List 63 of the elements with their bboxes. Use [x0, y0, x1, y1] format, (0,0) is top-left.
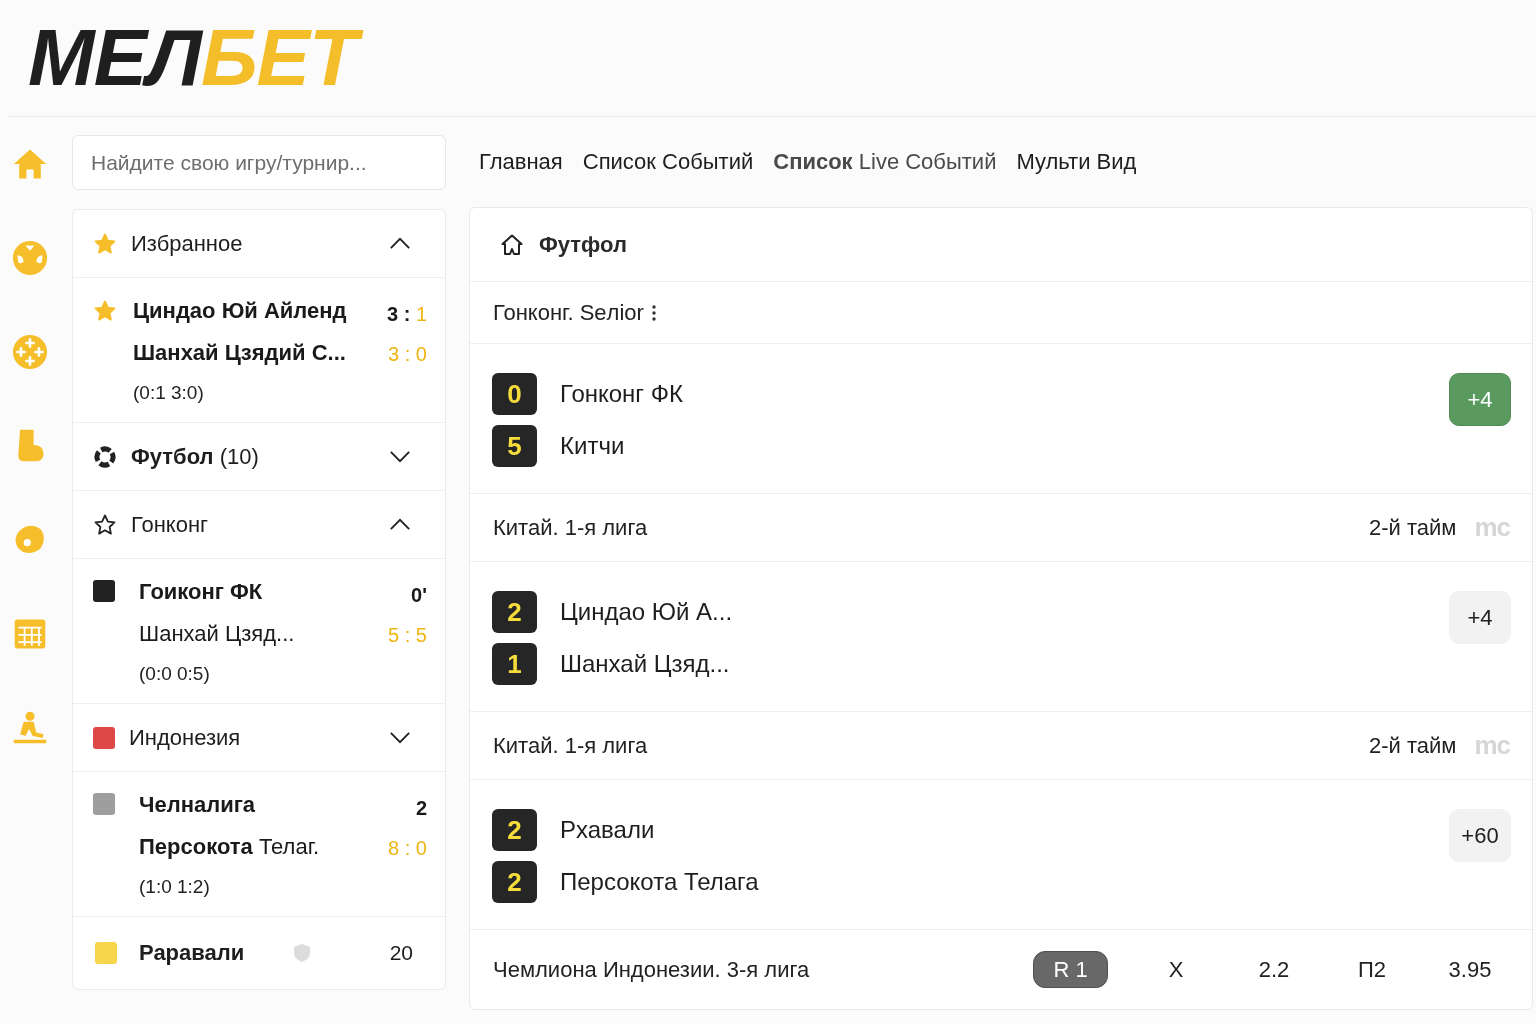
score-text: 3 : 1 [386, 302, 427, 327]
team-name: Циндао Юй Айленд [133, 297, 347, 325]
logo[interactable]: МЕЛБЕТ [24, 12, 373, 104]
match-row[interactable]: Раравали 20 [73, 917, 445, 989]
team-name: Персокота Телаг. [139, 833, 320, 861]
team-score: 2 [492, 591, 537, 633]
category-row[interactable]: Футбол (10) [73, 423, 445, 491]
odds-button[interactable]: R 1 [1033, 951, 1108, 988]
team-name: Шанхай Цзядий С... [133, 339, 346, 367]
score-text: 0' [411, 583, 427, 608]
nav-tab[interactable]: Главная [479, 149, 563, 175]
odds-button[interactable]: X [1146, 956, 1206, 983]
team-score: 2 [492, 861, 537, 903]
score-text: 20 [389, 941, 413, 965]
team-name: Персокота Телага [560, 868, 759, 896]
more-icon[interactable] [651, 304, 656, 321]
score-detail: (0:0 0:5) [139, 662, 210, 686]
league-name: Китай. 1-я лига [493, 732, 648, 759]
score-text: 2 [415, 796, 427, 821]
odds-button[interactable]: 2.2 [1244, 956, 1304, 983]
odds-button[interactable]: 3.95 [1440, 956, 1500, 983]
more-markets-button[interactable]: +60 [1449, 809, 1511, 862]
nav-tab[interactable]: Список Событий [582, 149, 754, 175]
category-row[interactable]: Индонезия [73, 704, 445, 772]
team-name: Китчи [560, 432, 625, 460]
team-name: Рхавали [560, 816, 655, 844]
search-field[interactable]: Найдите свою игру/турнир... [72, 135, 446, 190]
team-name: Челналига [139, 791, 256, 819]
team-name: Циндао Юй А... [560, 598, 733, 626]
nav-tab[interactable]: Список Live Событий [773, 149, 997, 175]
nav-tab[interactable]: Мульти Вид [1016, 149, 1137, 175]
team-name: Гонконг ФК [560, 380, 683, 408]
more-markets-button[interactable]: +4 [1449, 591, 1511, 644]
shield-icon [292, 943, 313, 963]
category-row[interactable]: Избранное [73, 210, 445, 278]
score-detail: (0:1 3:0) [133, 381, 204, 405]
match-row[interactable]: Гоиконг ФК Шанхай Цзяд... (0:0 0:5) 0' 5 : 5 [73, 559, 445, 704]
league-name: Китай. 1-я лига [493, 514, 648, 541]
score-text: 8 : 0 [388, 836, 427, 861]
team-score: 1 [492, 643, 537, 685]
match-row[interactable]: Челналига Персокота Телаг. (1:0 1:2) 2 8 : 0 [73, 772, 445, 917]
score-text: 3 : 0 [388, 342, 427, 367]
team-name: Гоиконг ФК [139, 578, 263, 606]
score-text: 5 : 5 [388, 623, 427, 648]
period-text: 2-й тайм [1368, 732, 1457, 759]
ring-icon [93, 444, 117, 469]
section-title: Футфол [539, 231, 627, 258]
period-text: 2-й тайм [1368, 514, 1457, 541]
league-name: Гонконг. Seлior [493, 299, 644, 326]
team-score: 0 [492, 373, 537, 415]
ball-icon[interactable] [12, 239, 48, 277]
team-name: Раравали [139, 940, 245, 966]
home-icon [500, 232, 524, 257]
team-name: Шанхай Цзяд... [139, 620, 295, 648]
category-row[interactable]: Гонконг [73, 491, 445, 559]
league-name: Чемлиона Индонезии. 3-я лига [493, 956, 810, 983]
odds-button[interactable]: П2 [1342, 956, 1402, 983]
ball-icon[interactable] [12, 333, 48, 371]
team-name: Шанхай Цзяд... [560, 650, 730, 678]
team-score: 5 [492, 425, 537, 467]
match-row[interactable]: Циндао Юй Айленд Шанхай Цзядий С... (0:1 3:0) 3 : 1 3 : 0 [73, 278, 445, 423]
team-score: 2 [492, 809, 537, 851]
score-detail: (1:0 1:2) [139, 875, 210, 899]
